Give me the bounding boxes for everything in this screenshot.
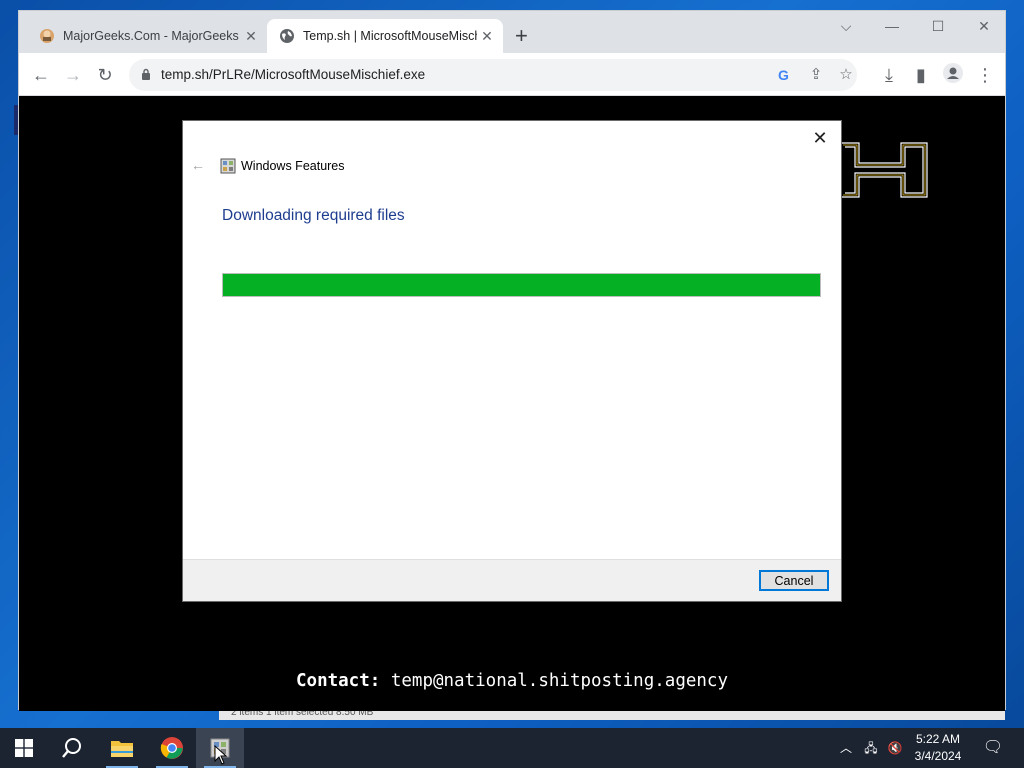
forward-arrow-icon[interactable]: → (61, 63, 85, 87)
svg-text:G: G (778, 67, 789, 83)
clock-date: 3/4/2024 (914, 749, 962, 763)
progress-fill (223, 274, 820, 296)
tab-search-chevron-icon[interactable]: ⌵ (823, 11, 869, 43)
taskbar-file-explorer[interactable] (98, 728, 146, 768)
new-tab-icon[interactable]: + (515, 25, 528, 47)
chrome-icon (160, 737, 183, 759)
cancel-button[interactable]: Cancel (759, 570, 829, 591)
window-close-icon[interactable]: ✕ (961, 11, 1007, 43)
side-panel-icon[interactable]: ▮ (909, 63, 933, 87)
dialog-heading: Downloading required files (222, 207, 405, 224)
taskbar: ︿ 🖧 🔇 5:22 AM 3/4/2024 🗨 (0, 728, 1024, 768)
taskbar-chrome[interactable] (148, 728, 196, 768)
tab-close-icon[interactable]: ✕ (241, 28, 261, 45)
maximize-icon[interactable]: ☐ (915, 11, 961, 43)
folder-icon (111, 741, 133, 757)
notifications-icon[interactable]: 🗨 (976, 728, 1010, 768)
dialog-back-arrow-icon[interactable]: ← (191, 157, 205, 173)
majorgeeks-favicon-icon (40, 29, 54, 43)
dialog-title: Windows Features (241, 159, 345, 173)
volume-muted-icon[interactable]: 🔇 (884, 728, 906, 768)
minimize-icon[interactable]: — (869, 11, 915, 43)
download-icon[interactable]: ⤓ (877, 63, 901, 87)
avatar (943, 63, 963, 83)
start-button[interactable] (0, 728, 48, 768)
site-logo-fragment (841, 142, 928, 198)
tab-majorgeeks[interactable]: MajorGeeks.Com - MajorGeeks ✕ (27, 19, 267, 53)
background-status-text: 2 items 1 item selected 8.50 MB (231, 710, 374, 718)
tab-title: MajorGeeks.Com - MajorGeeks (63, 29, 239, 43)
contact-email[interactable]: temp@national.shitposting.agency (391, 671, 728, 691)
tab-temp-sh[interactable]: Temp.sh | MicrosoftMouseMischief.exe ✕ (267, 19, 503, 53)
background-explorer-statusbar: 2 items 1 item selected 8.50 MB (219, 710, 1005, 720)
windows-logo-icon (15, 739, 33, 757)
contact-line: Contact: temp@national.shitposting.agenc… (19, 671, 1005, 691)
dialog-footer: Cancel (183, 559, 841, 601)
tab-title: Temp.sh | MicrosoftMouseMischief.exe (303, 29, 477, 43)
mouse-cursor-icon (214, 745, 228, 765)
taskbar-clock[interactable]: 5:22 AM 3/4/2024 (908, 731, 968, 765)
contact-label: Contact: (296, 671, 381, 691)
kebab-menu-icon[interactable]: ⋮ (973, 63, 997, 87)
windows-features-dialog: ✕ ← Windows Features Downloading require… (183, 121, 841, 601)
clock-time: 5:22 AM (915, 732, 961, 746)
tab-close-icon[interactable]: ✕ (477, 28, 497, 45)
desktop-icon-fragment[interactable] (0, 105, 20, 190)
network-icon[interactable]: 🖧 (860, 728, 882, 768)
dialog-close-icon[interactable]: ✕ (809, 127, 831, 149)
address-bar[interactable]: temp.sh/PrLRe/MicrosoftMouseMischief.exe… (129, 59, 857, 91)
globe-icon (280, 29, 294, 43)
profile-avatar-icon[interactable] (941, 63, 965, 87)
download-progress-bar (222, 273, 821, 297)
url-text: temp.sh/PrLRe/MicrosoftMouseMischief.exe (161, 67, 426, 82)
browser-toolbar: ← → ↻ temp.sh/PrLRe/MicrosoftMouseMischi… (19, 53, 1005, 96)
windows-features-icon (220, 158, 236, 174)
reload-icon[interactable]: ↻ (93, 63, 117, 87)
google-lens-icon[interactable]: G (775, 66, 793, 84)
tab-strip: MajorGeeks.Com - MajorGeeks ✕ Temp.sh | … (19, 11, 1005, 53)
tray-overflow-chevron-icon[interactable]: ︿ (836, 728, 856, 768)
back-arrow-icon[interactable]: ← (29, 63, 53, 87)
search-button[interactable] (48, 728, 96, 768)
share-icon[interactable]: ⇪ (807, 66, 825, 84)
bookmark-star-icon[interactable]: ☆ (837, 66, 855, 84)
search-icon (62, 738, 81, 758)
lock-icon (142, 68, 150, 80)
